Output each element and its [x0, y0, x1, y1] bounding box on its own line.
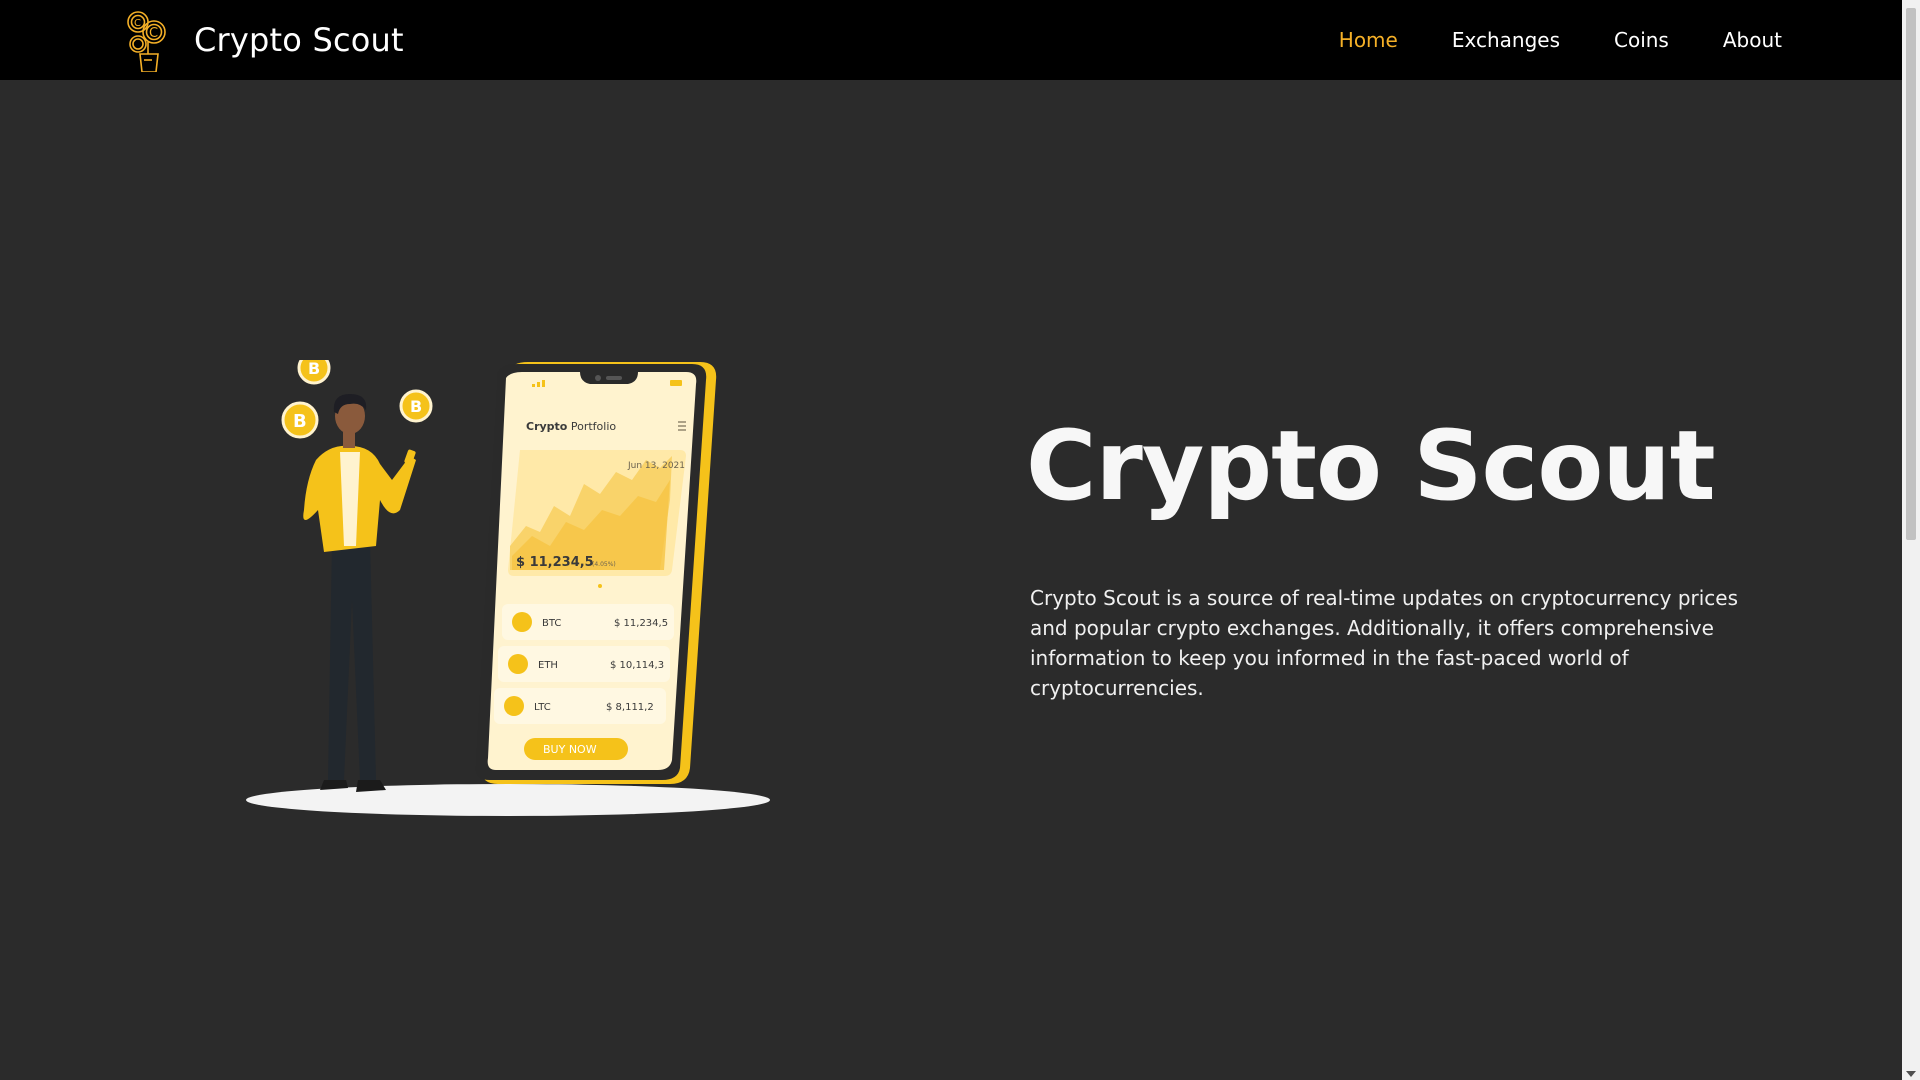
vertical-scrollbar[interactable] [1902, 0, 1920, 1080]
coin-plant-logo-icon: C C [127, 11, 166, 72]
coin-symbol: BTC [542, 618, 561, 629]
hero-description: Crypto Scout is a source of real-time up… [1030, 586, 1739, 700]
coin-price: $ 11,234,5 [614, 618, 668, 629]
bitcoin-coin-icon: B [281, 401, 319, 439]
svg-text:B: B [410, 397, 422, 416]
nav-links: Home Exchanges Coins About [1285, 0, 1782, 80]
coin-price: $ 8,111,2 [606, 702, 654, 713]
coin-price: $ 10,114,3 [610, 660, 664, 671]
svg-text:B: B [308, 360, 320, 378]
nav-link-home[interactable]: Home [1339, 28, 1398, 52]
bitcoin-coin-icon: B [399, 389, 433, 423]
coin-symbol: LTC [534, 702, 551, 713]
bitcoin-coin-icon: B [297, 360, 331, 385]
nav-link-coins[interactable]: Coins [1614, 28, 1669, 52]
scrollbar-thumb[interactable] [1906, 8, 1916, 540]
nav-link-about[interactable]: About [1723, 28, 1782, 52]
scroll-down-arrow-icon[interactable] [1906, 1071, 1916, 1077]
phone-title: Crypto Portfolio [526, 420, 616, 433]
coin-symbol: ETH [538, 660, 558, 671]
phone-date: Jun 13, 2021 [627, 461, 685, 471]
person-figure [303, 394, 416, 792]
hero-illustration: B B B Crypto Portfolio Jun 13, 2021 $ 11… [246, 360, 770, 816]
navbar: C C Crypto Scout Home Exchanges Coins Ab… [0, 0, 1902, 80]
phone-buy-button-label: BUY NOW [543, 743, 597, 756]
svg-text:C: C [149, 26, 158, 41]
brand-title: Crypto Scout [194, 21, 404, 59]
phone-balance-change: (4.05%) [592, 561, 616, 568]
svg-text:C: C [134, 18, 141, 29]
brand-link[interactable]: C C Crypto Scout [124, 8, 404, 72]
phone-balance: $ 11,234,5 [516, 555, 594, 570]
svg-text:B: B [293, 411, 307, 432]
nav-link-exchanges[interactable]: Exchanges [1452, 28, 1560, 52]
hero-title: Crypto Scout [1026, 410, 1716, 522]
